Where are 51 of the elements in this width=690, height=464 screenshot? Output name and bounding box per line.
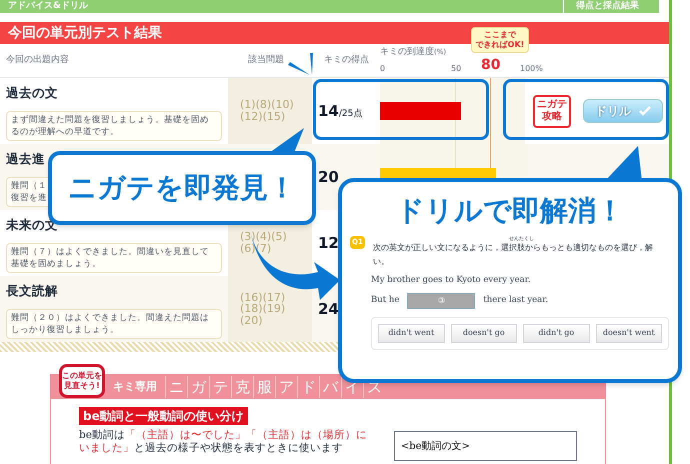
score: 14/25点	[318, 100, 362, 122]
advice-text: 復習を進	[11, 192, 47, 204]
advice-text: まず間違えた問題を復習しましょう。基礎を固めるのが理解への早道です。	[11, 114, 209, 138]
english-sentence: But he	[371, 294, 400, 308]
example-title: <be動詞の文>	[400, 441, 470, 452]
section-title: アドバイス&ドリル	[8, 2, 88, 11]
score: 20	[318, 166, 339, 188]
weakness-stamp: ニガテ攻略	[533, 94, 571, 128]
heading-character: テ	[209, 376, 231, 398]
score: 24	[318, 298, 339, 320]
lesson-paragraph: be動詞は「（主語）は〜でした」「（主語）は（場所）にいました」と過去の様子や状態を表すときに使います	[79, 429, 368, 455]
column-header: キミの得点	[324, 54, 369, 67]
topic-title: 長文読解	[6, 282, 59, 300]
topic-title: 過去の文	[6, 84, 59, 102]
heading-character: 服	[253, 376, 275, 398]
question-instruction: い。	[372, 256, 390, 268]
advice-text: 難問（１	[11, 180, 47, 192]
english-sentence: My brother goes to Kyoto every year.	[371, 274, 532, 287]
axis-tick: 100%	[520, 63, 543, 76]
problem-numbers: (16)(17)(18)(19)(20)	[240, 292, 286, 326]
choice-button[interactable]: didn't went	[378, 324, 444, 343]
tooltip-text: できればOK!	[474, 40, 526, 50]
question-instruction: 次の英文が正しい文になるように，選択肢からもっとも適切なものを選び，解	[372, 242, 653, 254]
target-value: 80	[481, 56, 500, 76]
heading-character: ニ	[165, 376, 187, 398]
heading-character: バ	[319, 376, 341, 398]
column-header: 今回の出題内容	[6, 54, 69, 67]
lesson-subtitle: be動詞と一般動詞の使い分け	[79, 407, 248, 425]
advice-text: 難問（７）はよくできました。間違いを見直して基礎を固めましょう。	[11, 246, 209, 270]
heading-character: ア	[275, 376, 297, 398]
review-stamp: この単元を見直そう!	[59, 364, 105, 398]
advice-text: 難問（２０）はよくできました。間違えた問題はしっかり復習しましょう。	[11, 312, 209, 336]
choice-button[interactable]: didn't go	[523, 324, 590, 343]
callout-text: ニガテを即発見！	[68, 170, 296, 206]
tooltip-text: ここまで	[483, 30, 518, 40]
heading-character: ガ	[187, 376, 209, 398]
panel-title: ドリルで即解消！	[396, 193, 624, 229]
results-title: 今回の単元別テスト結果	[8, 24, 162, 42]
check-icon	[639, 106, 651, 116]
choice-button[interactable]: doesn't went	[596, 324, 662, 343]
axis-tick: 0	[380, 63, 386, 76]
english-sentence: there last year.	[483, 294, 548, 308]
topic-title: 過去進	[6, 150, 46, 168]
heading-character: ド	[297, 376, 319, 398]
advice-tag: キミ専用	[113, 378, 157, 396]
column-header: 該当問題	[248, 54, 284, 67]
problem-numbers: (1)(8)(10)(12)(15)	[240, 99, 295, 123]
heading-character: 克	[231, 376, 253, 398]
axis-tick: 50	[451, 63, 462, 76]
score: 12	[318, 232, 339, 254]
choice-button[interactable]: doesn't go	[450, 324, 517, 343]
